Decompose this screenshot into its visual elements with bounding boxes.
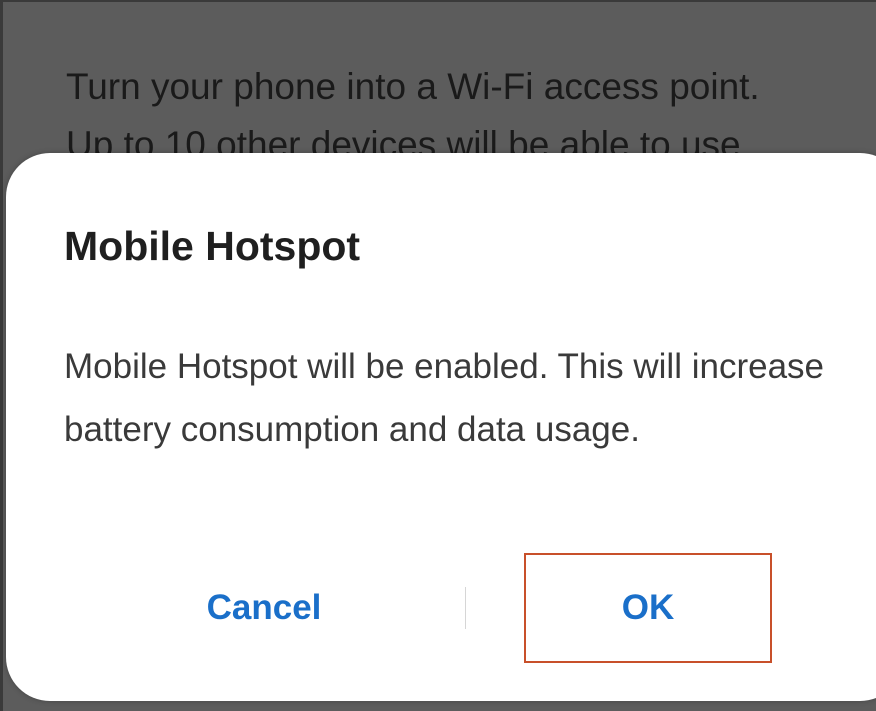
screen: Turn your phone into a Wi-Fi access poin… bbox=[0, 0, 876, 711]
dialog-button-row: Cancel OK bbox=[6, 553, 876, 663]
dialog-title: Mobile Hotspot bbox=[64, 223, 361, 269]
dialog-message: Mobile Hotspot will be enabled. This wil… bbox=[64, 347, 825, 449]
cancel-button[interactable]: Cancel bbox=[126, 553, 402, 663]
button-divider bbox=[465, 587, 466, 629]
mobile-hotspot-dialog: Mobile Hotspot Mobile Hotspot will be en… bbox=[6, 153, 876, 701]
ok-button[interactable]: OK bbox=[524, 553, 772, 663]
description-line-1: Turn your phone into a Wi-Fi access poin… bbox=[66, 66, 760, 107]
